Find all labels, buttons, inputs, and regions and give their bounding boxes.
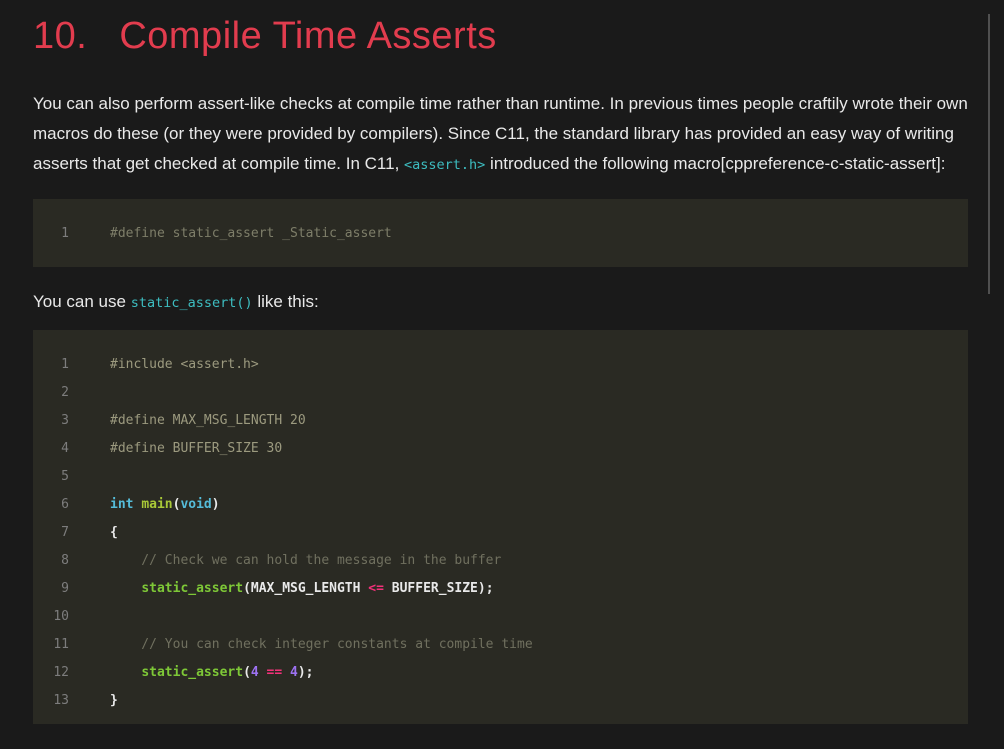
code-block-macro-definition: 1 #define static_assert _Static_assert	[33, 199, 968, 267]
code-text: {	[110, 525, 118, 540]
scrollbar-thumb[interactable]	[988, 14, 990, 294]
code-text: #define static_assert _Static_assert	[110, 226, 392, 241]
line-number: 10	[53, 609, 69, 624]
code-line: 11 // You can check integer constants at…	[33, 630, 968, 658]
code-token: (	[243, 665, 251, 680]
code-block-usage-example: 1 #include <assert.h> 2 3 #define MAX_MSG_LE…	[33, 330, 968, 724]
code-token: #define BUFFER_SIZE 30	[110, 441, 282, 456]
code-text: #define MAX_MSG_LENGTH 20	[110, 413, 306, 428]
line-number: 1	[53, 357, 69, 372]
code-token	[259, 665, 267, 680]
intro-paragraph: You can also perform assert-like checks …	[33, 89, 968, 180]
code-token: 4	[251, 665, 259, 680]
section-number: 10.	[33, 15, 87, 57]
code-line: 1 #include <assert.h>	[33, 350, 968, 378]
code-line: 13}	[33, 686, 968, 714]
inline-code-assert-header: <assert.h>	[404, 157, 485, 173]
article: 10. Compile Time Asserts You can also per…	[0, 14, 1004, 724]
code-token: #define static_assert _Static_assert	[110, 226, 392, 241]
code-token: main	[141, 497, 172, 512]
line-number: 13	[53, 693, 69, 708]
code-line: 1 #define static_assert _Static_assert	[33, 219, 968, 247]
line-number: 9	[53, 581, 69, 596]
page-title: 10. Compile Time Asserts	[33, 14, 968, 58]
code-line: 3 #define MAX_MSG_LENGTH 20	[33, 406, 968, 434]
usage-paragraph: You can use static_assert() like this:	[33, 287, 968, 318]
intro-text-after: introduced the following macro[cpprefere…	[485, 154, 945, 173]
usage-text-before: You can use	[33, 292, 131, 311]
code-token: ==	[267, 665, 283, 680]
code-line: 12 static_assert(4 == 4);	[33, 658, 968, 686]
code-token: }	[110, 693, 118, 708]
line-number: 1	[53, 226, 69, 241]
code-text: #define BUFFER_SIZE 30	[110, 441, 282, 456]
code-token: );	[298, 665, 314, 680]
code-token: )	[212, 497, 220, 512]
code-line: 2	[33, 378, 968, 406]
code-token	[282, 665, 290, 680]
code-text: #include <assert.h>	[110, 357, 259, 372]
code-token: void	[180, 497, 211, 512]
code-token	[110, 665, 141, 680]
code-text: // You can check integer constants at co…	[110, 637, 533, 652]
line-number: 8	[53, 553, 69, 568]
code-token: {	[110, 525, 118, 540]
code-token: #include <assert.h>	[110, 357, 259, 372]
line-number: 7	[53, 525, 69, 540]
code-token: (MAX_MSG_LENGTH	[243, 581, 368, 596]
code-token: <=	[368, 581, 384, 596]
code-line: 10	[33, 602, 968, 630]
code-text: static_assert(4 == 4);	[110, 665, 314, 680]
code-token: BUFFER_SIZE);	[384, 581, 494, 596]
code-text: // Check we can hold the message in the …	[110, 553, 501, 568]
section-title: Compile Time Asserts	[119, 15, 496, 57]
code-token: static_assert	[141, 665, 243, 680]
code-text: }	[110, 693, 118, 708]
line-number: 3	[53, 413, 69, 428]
usage-text-after: like this:	[253, 292, 319, 311]
code-token: 4	[290, 665, 298, 680]
line-number: 11	[53, 637, 69, 652]
code-token: int	[110, 497, 133, 512]
code-token: #define MAX_MSG_LENGTH 20	[110, 413, 306, 428]
line-number: 12	[53, 665, 69, 680]
code-token	[110, 581, 141, 596]
code-line: 8 // Check we can hold the message in th…	[33, 546, 968, 574]
code-token: static_assert	[141, 581, 243, 596]
code-line: 4 #define BUFFER_SIZE 30	[33, 434, 968, 462]
code-line: 9 static_assert(MAX_MSG_LENGTH <= BUFFER…	[33, 574, 968, 602]
code-text: static_assert(MAX_MSG_LENGTH <= BUFFER_S…	[110, 581, 494, 596]
code-token: // Check we can hold the message in the …	[110, 553, 501, 568]
code-line: 6 int main(void)	[33, 490, 968, 518]
line-number: 6	[53, 497, 69, 512]
line-number: 4	[53, 441, 69, 456]
code-line: 7{	[33, 518, 968, 546]
line-number: 5	[53, 469, 69, 484]
line-number: 2	[53, 385, 69, 400]
code-token: // You can check integer constants at co…	[110, 637, 533, 652]
code-line: 5	[33, 462, 968, 490]
inline-code-static-assert: static_assert()	[131, 295, 253, 311]
code-text: int main(void)	[110, 497, 220, 512]
